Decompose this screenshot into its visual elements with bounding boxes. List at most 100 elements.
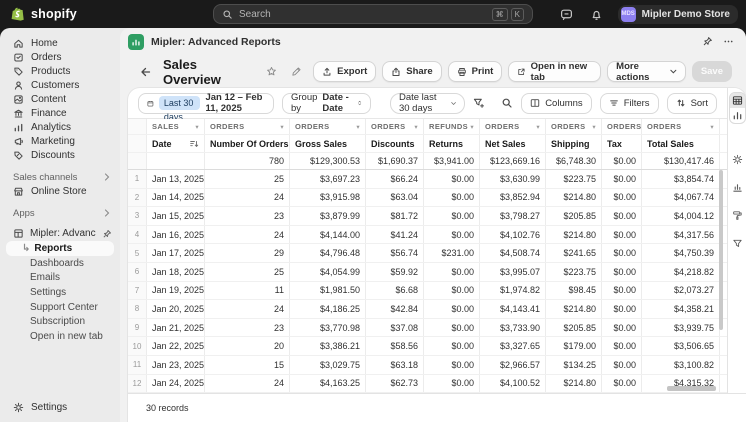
group-by-select[interactable]: Group by Date - Date: [282, 93, 371, 114]
back-arrow-icon[interactable]: [136, 63, 153, 81]
table-cell: $0.00: [602, 170, 642, 188]
applied-filter-pill[interactable]: Date last 30 days: [390, 93, 465, 114]
table-cell: $3,852.94: [480, 189, 546, 207]
orders-icon: [13, 52, 24, 63]
group-caret-icon[interactable]: ▾: [536, 123, 540, 131]
pin-icon[interactable]: [102, 229, 112, 239]
chart-panel-icon[interactable]: [732, 182, 743, 193]
column-header[interactable]: Net Sales: [480, 135, 546, 152]
filter-panel-icon[interactable]: [732, 238, 743, 249]
sidebar-item-discounts[interactable]: Discounts: [0, 148, 120, 162]
alerts-icon[interactable]: [558, 5, 576, 23]
table-view-icon[interactable]: [730, 93, 745, 108]
chart-view-icon[interactable]: [730, 108, 745, 123]
table-row: 11Jan 23, 202515$3,029.75$63.18$0.00$2,9…: [128, 356, 727, 375]
table-cell: $59.92: [366, 263, 424, 281]
report-settings-gear-icon[interactable]: [732, 154, 743, 165]
sort-button[interactable]: Sort: [667, 93, 717, 114]
sidebar-item-dashboards[interactable]: Dashboards: [0, 256, 120, 271]
table-cell: $4,186.25: [290, 300, 366, 318]
table-cell: 25: [205, 170, 290, 188]
horizontal-scrollbar[interactable]: [667, 386, 716, 391]
export-button[interactable]: Export: [313, 61, 376, 82]
save-button[interactable]: Save: [692, 61, 732, 82]
sidebar-item-reports[interactable]: ↳ Reports: [6, 241, 114, 256]
shopify-logo[interactable]: shopify: [10, 6, 77, 22]
column-header[interactable]: Shipping: [546, 135, 602, 152]
open-in-new-tab-button[interactable]: Open in new tab: [508, 61, 601, 82]
column-header[interactable]: Discounts: [366, 135, 424, 152]
row-number: 12: [128, 375, 147, 393]
sidebar-item-subscription[interactable]: Subscription: [0, 314, 120, 329]
sidebar-item-analytics[interactable]: Analytics: [0, 120, 120, 134]
pin-icon[interactable]: [702, 36, 713, 47]
sidebar-item-marketing[interactable]: Marketing: [0, 134, 120, 148]
store-avatar: MDS: [621, 7, 636, 22]
column-header[interactable]: Returns: [424, 135, 480, 152]
column-group-header[interactable]: ORDERS▾: [602, 119, 642, 134]
print-button[interactable]: Print: [448, 61, 503, 82]
more-options-icon[interactable]: [723, 36, 734, 47]
group-caret-icon[interactable]: ▾: [414, 123, 418, 131]
column-group-header[interactable]: SALES▾: [147, 119, 205, 134]
global-search-input[interactable]: Search ⌘K: [213, 4, 533, 24]
table-cell: $0.00: [424, 356, 480, 374]
column-group-header[interactable]: REFUNDS▾: [424, 119, 480, 134]
column-group-header[interactable]: ORDERS▾: [642, 119, 720, 134]
sidebar-item-settings[interactable]: Settings: [0, 400, 120, 414]
column-header[interactable]: Gross Sales: [290, 135, 366, 152]
sidebar-item-open-in-new-tab[interactable]: Open in new tab: [0, 329, 120, 344]
notifications-bell-icon[interactable]: [588, 5, 606, 23]
group-caret-icon[interactable]: ▾: [470, 123, 474, 131]
sidebar-item-support-center[interactable]: Support Center: [0, 300, 120, 315]
column-header[interactable]: Number Of Orders: [205, 135, 290, 152]
sidebar-item-finance[interactable]: Finance: [0, 106, 120, 120]
column-group-header[interactable]: ORDERS▾: [546, 119, 602, 134]
table-cell: $241.65: [546, 244, 602, 262]
group-caret-icon[interactable]: ▾: [710, 123, 714, 131]
table-search-icon[interactable]: [501, 94, 513, 112]
column-group-header[interactable]: ORDERS▾: [366, 119, 424, 134]
sidebar-item-online-store[interactable]: Online Store: [0, 184, 120, 198]
group-caret-icon[interactable]: ▾: [592, 123, 596, 131]
column-group-header[interactable]: ORDERS▾: [290, 119, 366, 134]
sidebar: Home Orders Products Customers Content F…: [0, 28, 120, 422]
table-cell: $4,358.21: [642, 300, 720, 318]
rename-pencil-icon[interactable]: [288, 63, 305, 81]
group-caret-icon[interactable]: ▾: [356, 123, 360, 131]
more-actions-button[interactable]: More actions: [607, 61, 686, 82]
table-cell: $0.00: [424, 170, 480, 188]
sidebar-item-home[interactable]: Home: [0, 36, 120, 50]
group-caret-icon[interactable]: ▾: [280, 123, 284, 131]
sidebar-item-emails[interactable]: Emails: [0, 271, 120, 286]
vertical-scrollbar[interactable]: [719, 170, 723, 330]
share-button[interactable]: Share: [382, 61, 441, 82]
sidebar-section-sales-channels[interactable]: Sales channels: [0, 170, 120, 184]
totals-cell: $123,669.16: [480, 153, 546, 169]
sidebar-item-content[interactable]: Content: [0, 92, 120, 106]
sidebar-item-orders[interactable]: Orders: [0, 50, 120, 64]
column-header[interactable]: Date: [147, 135, 205, 152]
format-roller-icon[interactable]: [732, 210, 743, 221]
table-cell: $4,317.56: [642, 226, 720, 244]
column-header[interactable]: Tax: [602, 135, 642, 152]
sidebar-item-products[interactable]: Products: [0, 64, 120, 78]
sidebar-section-apps[interactable]: Apps: [0, 206, 120, 220]
export-icon: [322, 67, 332, 77]
column-group-header[interactable]: ORDERS▾: [480, 119, 546, 134]
column-header[interactable]: Total Sales: [642, 135, 720, 152]
column-group-header[interactable]: ORDERS▾: [205, 119, 290, 134]
store-menu[interactable]: MDS Mipler Demo Store: [618, 5, 738, 24]
date-preset-chip: Last 30 days: [159, 96, 201, 110]
bank-icon: [13, 108, 24, 119]
sidebar-item-customers[interactable]: Customers: [0, 78, 120, 92]
favorite-star-icon[interactable]: [263, 63, 280, 81]
columns-button[interactable]: Columns: [521, 93, 592, 114]
sidebar-item-mipler-app[interactable]: Mipler: Advanced Rep...: [0, 226, 120, 241]
filters-button[interactable]: Filters: [600, 93, 659, 114]
table-cell: $3,798.27: [480, 207, 546, 225]
sidebar-item-app-settings[interactable]: Settings: [0, 285, 120, 300]
date-range-button[interactable]: Last 30 days Jan 12 – Feb 11, 2025: [138, 93, 274, 114]
group-caret-icon[interactable]: ▾: [195, 123, 199, 131]
add-filter-icon[interactable]: [473, 94, 485, 112]
